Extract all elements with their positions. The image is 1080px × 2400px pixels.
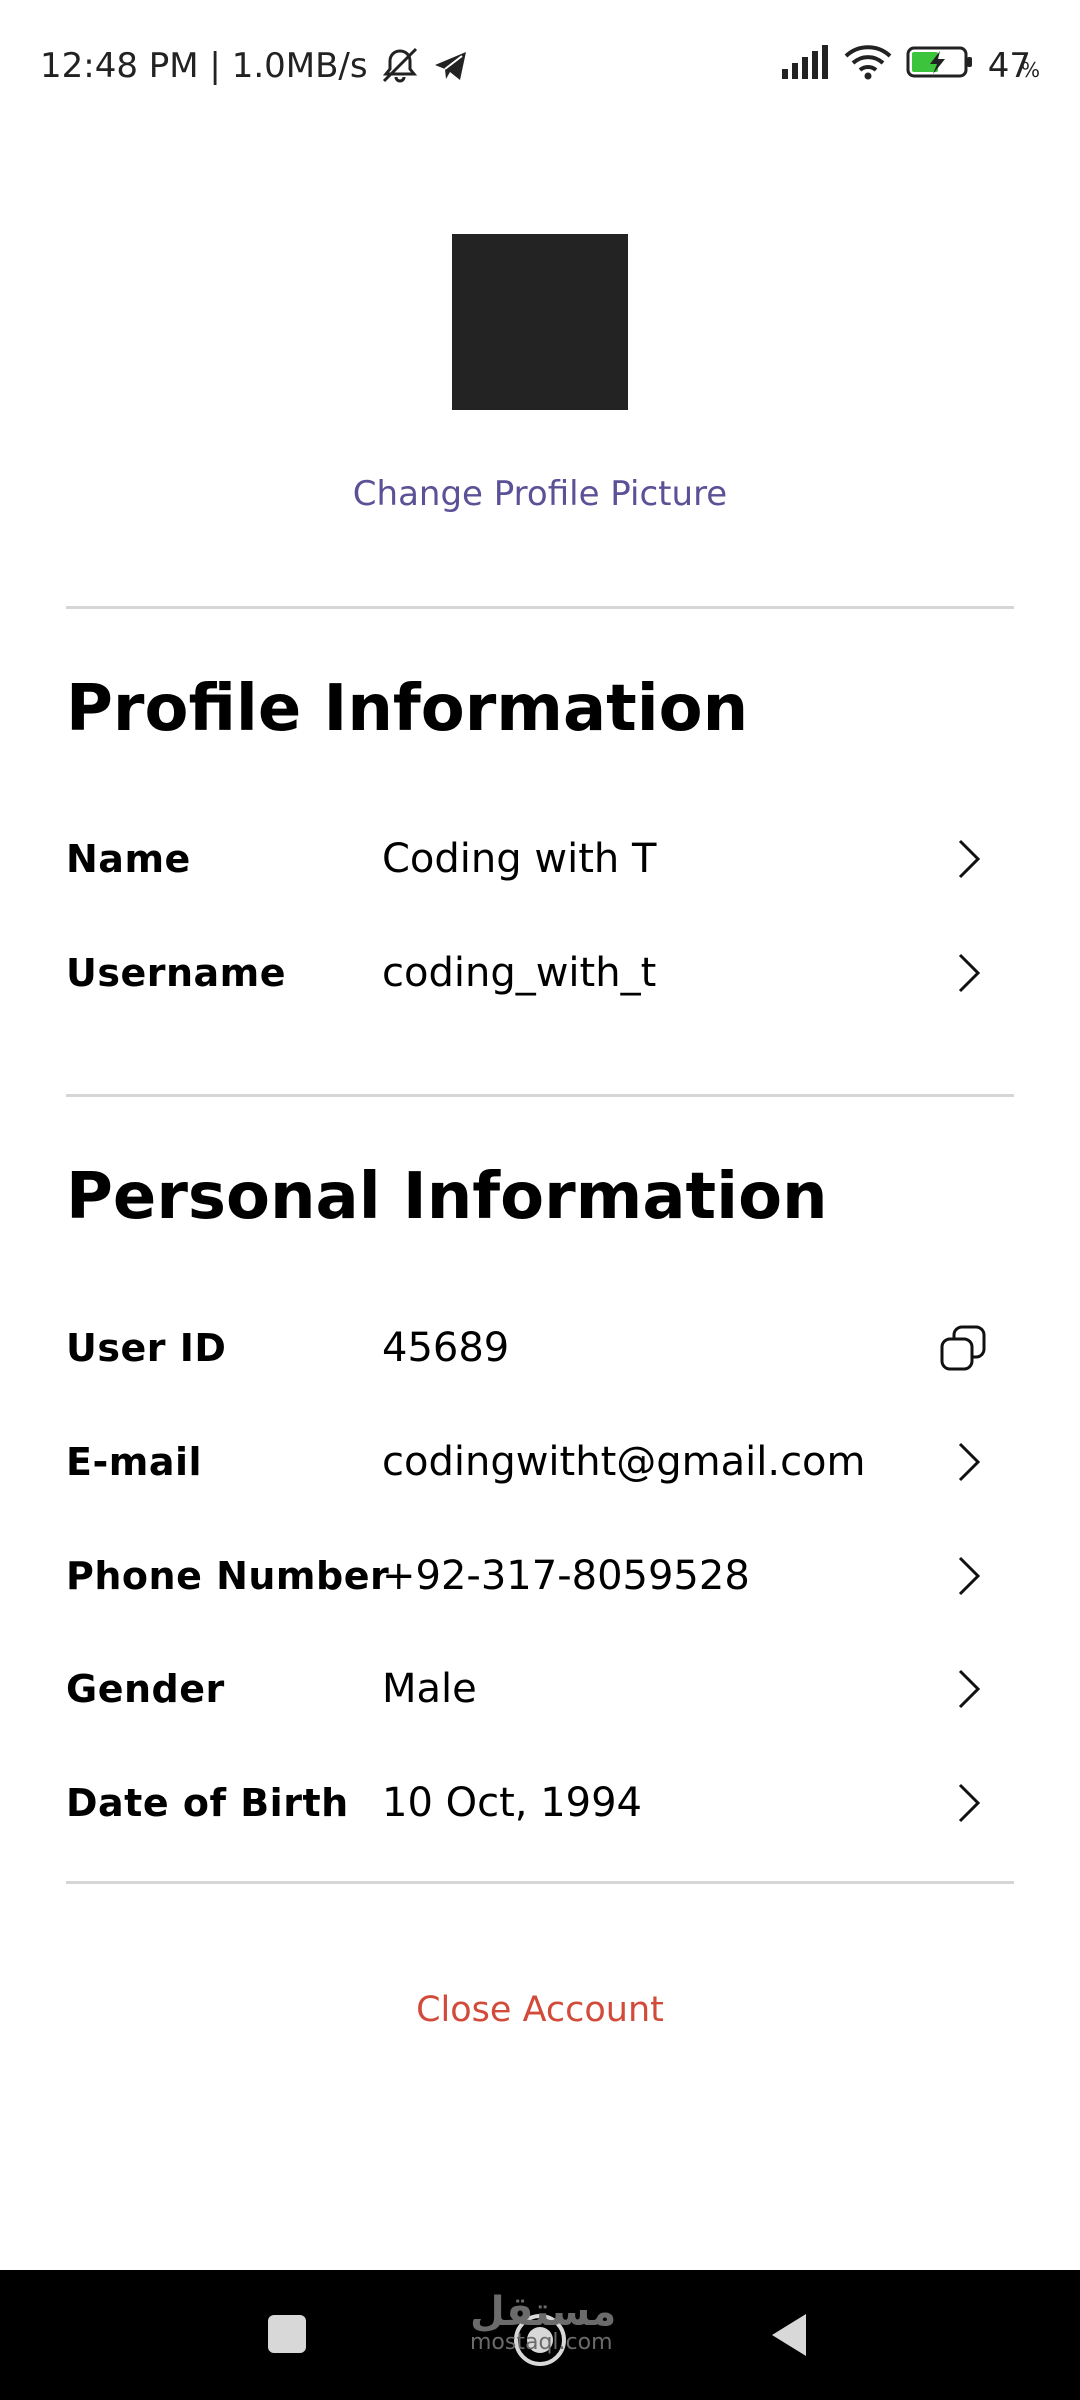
watermark-arabic: مستقل: [470, 2289, 617, 2335]
date-of-birth-row[interactable]: Date of Birth 10 Oct, 1994: [66, 1758, 1014, 1848]
status-time-speed: 12:48 PM | 1.0MB/s: [40, 46, 368, 86]
watermark-logo: مستقل mostaql.com: [470, 2289, 617, 2355]
chevron-right-icon[interactable]: [954, 1555, 984, 1597]
row-value: Coding with T: [382, 836, 657, 882]
personal-information-title: Personal Information: [66, 1160, 828, 1234]
chevron-right-icon[interactable]: [954, 1668, 984, 1710]
avatar[interactable]: [452, 234, 628, 410]
status-bar: 12:48 PM | 1.0MB/s 47%: [0, 0, 1080, 130]
battery-charging-icon: [906, 45, 974, 88]
profile-information-title: Profile Information: [66, 672, 749, 746]
chevron-right-icon[interactable]: [954, 1782, 984, 1824]
email-row[interactable]: E-mail codingwitht@gmail.com: [66, 1417, 1014, 1507]
status-left: 12:48 PM | 1.0MB/s: [40, 42, 470, 90]
row-label: Phone Number: [66, 1554, 390, 1598]
row-value: codingwitht@gmail.com: [382, 1439, 866, 1485]
gender-row[interactable]: Gender Male: [66, 1644, 1014, 1734]
divider: [66, 1881, 1014, 1884]
divider: [66, 606, 1014, 609]
close-account-button[interactable]: Close Account: [0, 1990, 1080, 2030]
chevron-right-icon[interactable]: [954, 838, 984, 880]
name-row[interactable]: Name Coding with T: [66, 814, 1014, 904]
change-profile-picture-link[interactable]: Change Profile Picture: [0, 474, 1080, 514]
row-label: Name: [66, 837, 191, 881]
row-value: 45689: [382, 1325, 510, 1371]
mute-icon: [378, 46, 422, 86]
row-value: coding_with_t: [382, 950, 657, 996]
phone-number-row[interactable]: Phone Number +92-317-8059528: [66, 1531, 1014, 1621]
user-id-row: User ID 45689: [66, 1303, 1014, 1393]
row-label: Gender: [66, 1667, 225, 1711]
row-label: E-mail: [66, 1440, 203, 1484]
chevron-right-icon[interactable]: [954, 1441, 984, 1483]
recents-button[interactable]: [268, 2315, 306, 2353]
signal-icon: [780, 44, 830, 88]
back-button[interactable]: [768, 2312, 810, 2358]
copy-icon[interactable]: [940, 1325, 986, 1371]
divider: [66, 1094, 1014, 1097]
row-value: +92-317-8059528: [382, 1553, 750, 1599]
telegram-icon: [432, 48, 470, 84]
chevron-right-icon[interactable]: [954, 952, 984, 994]
row-value: 10 Oct, 1994: [382, 1780, 642, 1826]
row-label: User ID: [66, 1326, 227, 1370]
row-value: Male: [382, 1666, 477, 1712]
wifi-icon: [844, 44, 892, 89]
percent-sign: %: [1020, 58, 1040, 82]
username-row[interactable]: Username coding_with_t: [66, 928, 1014, 1018]
row-label: Username: [66, 951, 287, 995]
watermark-latin: mostaql.com: [470, 2330, 613, 2355]
status-right: 47%: [780, 42, 1040, 90]
row-label: Date of Birth: [66, 1781, 349, 1825]
